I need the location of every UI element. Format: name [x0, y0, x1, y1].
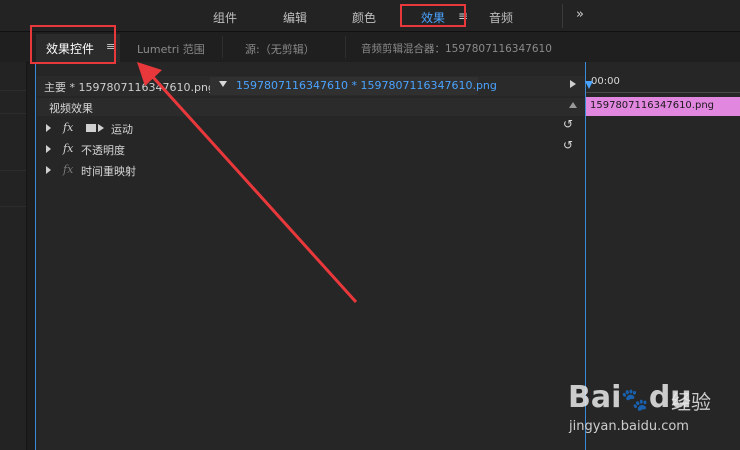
video-effects-label: 视频效果: [49, 102, 93, 115]
workspace-tab-audio[interactable]: 音频: [489, 9, 513, 26]
workspace-tab-assembly[interactable]: 组件: [213, 9, 237, 26]
expand-triangle-icon[interactable]: [46, 166, 51, 174]
workspace-overflow-icon[interactable]: »: [576, 7, 584, 22]
left-strip-row: [0, 206, 26, 207]
fx-badge-icon[interactable]: fx: [63, 142, 73, 155]
chevron-down-icon[interactable]: [219, 81, 227, 87]
effect-label-motion: 运动: [111, 123, 133, 136]
highlight-box-effect-controls: [30, 25, 116, 64]
workspace-tab-editing[interactable]: 编辑: [283, 9, 307, 26]
fx-badge-icon[interactable]: fx: [63, 163, 73, 176]
watermark-url: jingyan.baidu.com: [569, 419, 689, 434]
watermark-jingyan: 经验: [671, 390, 711, 414]
tab-lumetri-scopes[interactable]: Lumetri 范围: [137, 41, 205, 57]
reset-icon[interactable]: ↺: [563, 117, 573, 131]
tab-source[interactable]: 源:（无剪辑）: [245, 41, 315, 57]
left-strip-row: [0, 90, 26, 91]
master-clip-label[interactable]: 主要 * 1597807116347610.png: [44, 79, 215, 95]
collapse-up-icon[interactable]: [569, 102, 577, 108]
expand-triangle-icon[interactable]: [46, 145, 51, 153]
transform-icon[interactable]: [85, 122, 105, 134]
effect-label-time-remapping: 时间重映射: [81, 165, 136, 178]
left-strip-row: [0, 113, 26, 114]
effect-label-opacity: 不透明度: [81, 144, 125, 157]
expand-triangle-icon[interactable]: [46, 124, 51, 132]
workspace-divider: [562, 4, 563, 28]
left-strip-row: [0, 170, 26, 171]
left-panel-strip: [0, 62, 27, 450]
tab-audio-clip-mixer[interactable]: 音频剪辑混合器：1597807116347610: [361, 41, 552, 56]
sequence-clip-label[interactable]: 1597807116347610 * 1597807116347610.png: [236, 79, 497, 92]
play-icon[interactable]: [570, 80, 576, 88]
fx-badge-icon[interactable]: fx: [63, 121, 73, 134]
workspace-tab-color[interactable]: 颜色: [352, 9, 376, 26]
video-effects-header: [37, 98, 585, 116]
playhead-icon[interactable]: [585, 81, 593, 89]
reset-icon[interactable]: ↺: [563, 138, 573, 152]
tab-separator: [345, 36, 346, 58]
highlight-box-effects-workspace: [400, 4, 466, 27]
tab-separator: [222, 36, 223, 58]
timeline-clip-label: 1597807116347610.png: [590, 100, 715, 111]
timeline-timecode: 00:00: [591, 76, 620, 87]
